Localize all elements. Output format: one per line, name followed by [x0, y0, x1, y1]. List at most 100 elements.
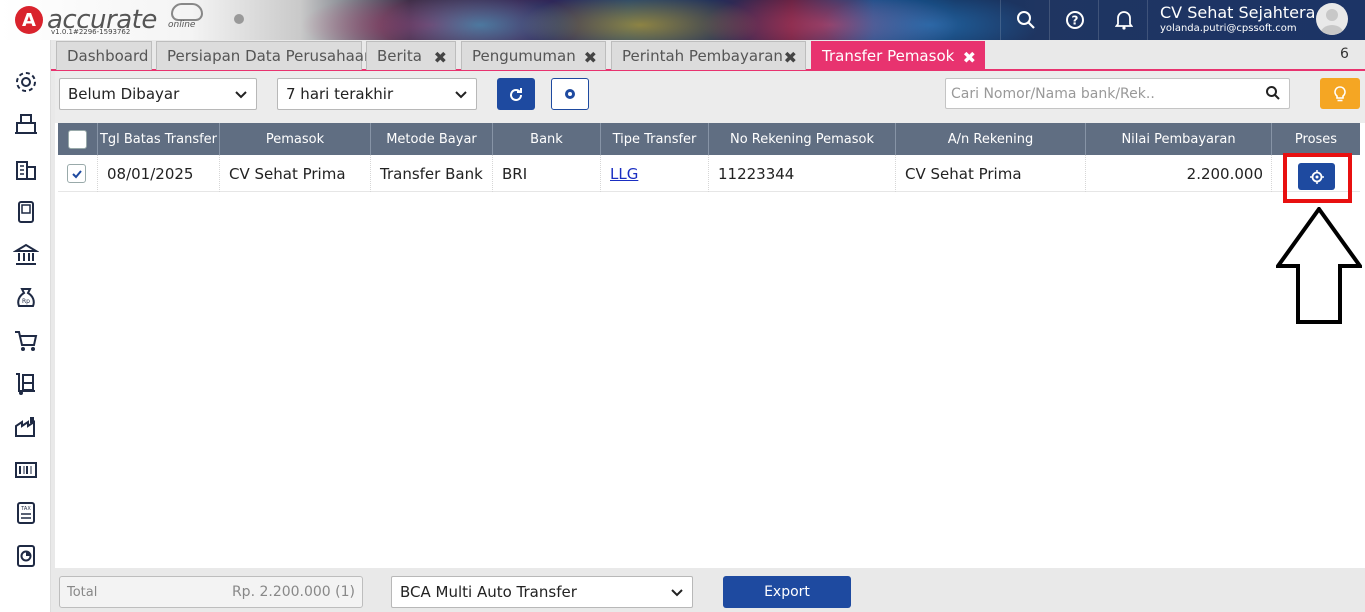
app-logo[interactable]: A accurate online v1.0.1#2296-1593762: [15, 3, 244, 36]
column-header[interactable]: No Rekening Pemasok: [709, 123, 896, 155]
footer-bar: Total Rp. 2.200.000 (1) BCA Multi Auto T…: [51, 568, 1365, 612]
top-bar: A accurate online v1.0.1#2296-1593762 ? …: [0, 0, 1365, 40]
column-header[interactable]: Bank: [493, 123, 601, 155]
tab-count-dropdown[interactable]: 6: [1340, 46, 1349, 62]
tipe-transfer-link[interactable]: LLG: [610, 165, 638, 183]
version-text: v1.0.1#2296-1593762: [51, 28, 131, 36]
cell-nilai: 2.200.000: [1086, 155, 1272, 192]
search-button[interactable]: [1000, 0, 1050, 40]
column-header[interactable]: A/n Rekening: [896, 123, 1086, 155]
sidebar-item-assets[interactable]: [10, 454, 42, 486]
date-filter-select[interactable]: 7 hari terakhir: [277, 78, 477, 110]
barcode-icon: [15, 462, 37, 478]
shopping-cart-icon: [15, 331, 38, 351]
tab-berita[interactable]: Berita ✖: [366, 41, 456, 70]
select-all-cell: [58, 123, 98, 155]
book-icon: [18, 201, 34, 223]
sidebar-item-tax[interactable]: TAX: [10, 497, 42, 529]
total-value: Rp. 2.200.000 (1): [231, 584, 355, 600]
refresh-button[interactable]: [497, 78, 535, 110]
search-placeholder: Cari Nomor/Nama bank/Rek..: [951, 85, 1155, 102]
svg-text:Rp: Rp: [22, 298, 30, 305]
column-header[interactable]: Tipe Transfer: [601, 123, 709, 155]
select-all-checkbox[interactable]: [68, 129, 87, 149]
cash-register-icon: [15, 114, 37, 134]
column-label: Proses: [1294, 131, 1338, 147]
sidebar-item-inventory[interactable]: [10, 368, 42, 400]
tab-perintah-pembayaran[interactable]: Perintah Pembayaran ✖: [611, 41, 806, 70]
gear-icon: [565, 89, 575, 99]
tab-label: Perintah Pembayaran: [622, 47, 783, 65]
app-window: A accurate online v1.0.1#2296-1593762 ? …: [0, 0, 1365, 612]
help-button[interactable]: ?: [1049, 0, 1099, 40]
company-name[interactable]: CV Sehat Sejahtera: [1160, 3, 1315, 22]
tab-label: Persiapan Data Perusahaan: [167, 47, 374, 65]
sidebar-item-bank[interactable]: [10, 239, 42, 271]
svg-text:?: ?: [1071, 14, 1078, 28]
close-icon[interactable]: ✖: [434, 48, 447, 67]
lightbulb-icon: [1334, 85, 1346, 101]
up-arrow-annotation-icon: [1276, 207, 1362, 324]
tax-icon: TAX: [17, 502, 35, 524]
column-label: Tipe Transfer: [612, 131, 697, 147]
help-icon: ?: [1065, 11, 1084, 29]
sidebar-item-payment[interactable]: Rp: [10, 282, 42, 314]
sidebar-item-report[interactable]: [10, 540, 42, 572]
sidebar-item-manufacture[interactable]: [10, 411, 42, 443]
factory-icon: [15, 417, 35, 437]
column-label: No Rekening Pemasok: [729, 131, 875, 147]
tab-label: Transfer Pemasok: [822, 47, 955, 65]
search-input[interactable]: Cari Nomor/Nama bank/Rek..: [945, 78, 1290, 109]
bell-icon: [1114, 11, 1133, 30]
sidebar-item-purchase[interactable]: [10, 325, 42, 357]
tab-transfer-pemasok[interactable]: Transfer Pemasok ✖: [811, 41, 985, 70]
refresh-icon: [510, 88, 522, 101]
gear-icon: [16, 72, 36, 92]
column-label: Tgl Batas Transfer: [99, 131, 218, 147]
building-icon: [16, 161, 36, 180]
tab-bar: Dashboard Persiapan Data Perusahaan Beri…: [51, 40, 1365, 71]
sidebar-item-ledger[interactable]: [10, 196, 42, 228]
accurate-logo-icon: A: [15, 6, 43, 34]
row-checkbox[interactable]: [67, 164, 86, 183]
cell-tgl: 08/01/2025: [98, 155, 220, 192]
column-header[interactable]: Tgl Batas Transfer: [98, 123, 220, 155]
chevron-down-icon: [235, 91, 247, 99]
sidebar: Rp TAX: [0, 40, 51, 612]
table-header: Tgl Batas Transfer Pemasok Metode Bayar …: [58, 123, 1360, 155]
total-field: Total Rp. 2.200.000 (1): [59, 576, 363, 608]
tab-persiapan-data[interactable]: Persiapan Data Perusahaan: [156, 41, 373, 70]
cell-bank: BRI: [493, 155, 601, 192]
column-label: Bank: [530, 131, 563, 147]
bank-method-value: BCA Multi Auto Transfer: [400, 583, 577, 601]
sidebar-item-settings[interactable]: [10, 66, 42, 98]
column-label: Pemasok: [265, 131, 325, 147]
settings-button[interactable]: [551, 78, 589, 110]
column-header[interactable]: Pemasok: [220, 123, 371, 155]
column-label: Metode Bayar: [386, 131, 477, 147]
avatar[interactable]: [1316, 3, 1348, 35]
search-icon[interactable]: [1265, 85, 1281, 101]
tab-dashboard[interactable]: Dashboard: [56, 41, 152, 70]
close-icon[interactable]: ✖: [584, 48, 597, 67]
notification-button[interactable]: [1098, 0, 1148, 40]
cloud-icon: [171, 3, 203, 21]
sidebar-item-sales[interactable]: [10, 108, 42, 140]
tab-pengumuman[interactable]: Pengumuman ✖: [461, 41, 606, 70]
inventory-cart-icon: [16, 373, 35, 395]
chevron-down-icon: [455, 91, 467, 99]
table-row[interactable]: 08/01/2025 CV Sehat Prima Transfer Bank …: [58, 155, 1360, 192]
column-header[interactable]: Metode Bayar: [371, 123, 493, 155]
avatar-icon: [1320, 9, 1344, 35]
status-filter-value: Belum Dibayar: [68, 85, 180, 103]
column-label: Nilai Pembayaran: [1121, 131, 1236, 147]
tips-button[interactable]: [1320, 78, 1360, 109]
bank-method-select[interactable]: BCA Multi Auto Transfer: [391, 576, 693, 608]
cell-metode: Transfer Bank: [371, 155, 493, 192]
export-button[interactable]: Export: [723, 576, 851, 608]
status-filter-select[interactable]: Belum Dibayar: [59, 78, 257, 110]
close-icon[interactable]: ✖: [784, 48, 797, 67]
close-icon[interactable]: ✖: [963, 48, 976, 67]
column-header[interactable]: Nilai Pembayaran: [1086, 123, 1272, 155]
sidebar-item-company[interactable]: [10, 153, 42, 185]
